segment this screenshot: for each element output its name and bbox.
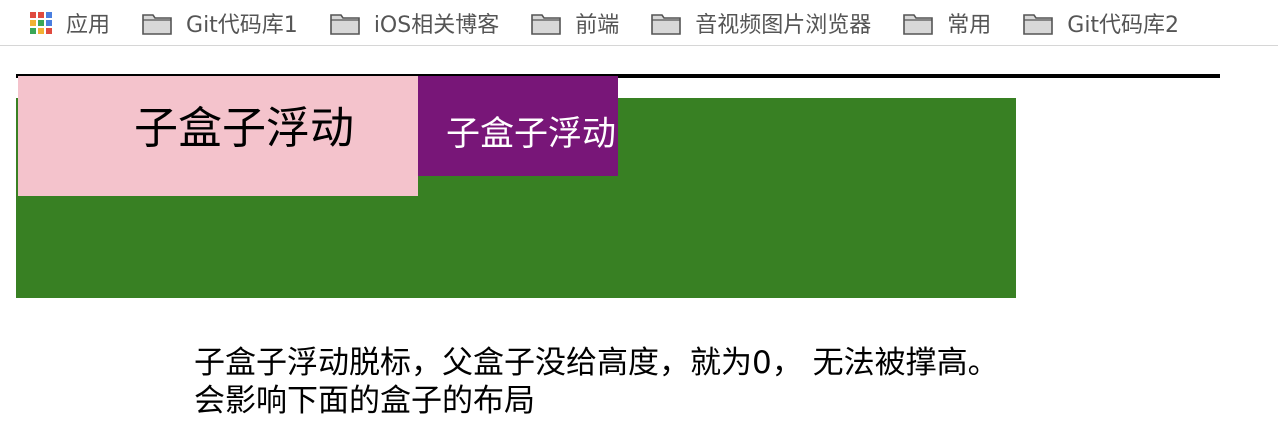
bookmark-folder-label: 前端 — [575, 12, 620, 38]
bookmark-apps[interactable]: 应用 — [30, 7, 110, 39]
folder-icon — [531, 11, 562, 35]
bookmark-folder-ios[interactable]: iOS相关博客 — [330, 7, 499, 39]
bookmark-folder-common[interactable]: 常用 — [903, 7, 991, 39]
bookmark-folder-label: Git代码库1 — [186, 12, 298, 38]
purple-float-box: 子盒子浮动 — [418, 76, 618, 176]
folder-icon — [1023, 11, 1054, 35]
bookmark-folder-git1[interactable]: Git代码库1 — [142, 7, 298, 39]
caption-line-1: 子盒子浮动脱标，父盒子没给高度，就为0， 无法被撑高。 — [194, 345, 999, 381]
folder-icon — [142, 11, 172, 35]
bookmark-folder-frontend[interactable]: 前端 — [531, 7, 619, 39]
apps-grid-icon — [30, 11, 52, 34]
bookmark-folder-git2[interactable]: Git代码库2 — [1023, 7, 1179, 39]
folder-icon — [903, 11, 934, 35]
pink-box-label: 子盒子浮动 — [134, 103, 354, 154]
bookmark-folder-label: Git代码库2 — [1067, 12, 1180, 38]
bookmark-apps-label: 应用 — [66, 12, 111, 38]
bookmarks-bar: 应用 Git代码库1 iOS相关博客 前端 音视频图片浏览器 常用 Git代码库… — [0, 0, 1278, 46]
folder-icon — [330, 11, 360, 35]
pink-float-box: 子盒子浮动 — [18, 76, 418, 196]
bookmark-folder-label: iOS相关博客 — [373, 12, 500, 38]
purple-box-label: 子盒子浮动 — [446, 114, 616, 154]
folder-icon — [651, 11, 682, 35]
bookmark-folder-label: 音视频图片浏览器 — [695, 12, 872, 38]
bookmark-folder-label: 常用 — [947, 12, 992, 38]
caption-line-2: 会影响下面的盒子的布局 — [194, 383, 535, 419]
bookmark-folder-media[interactable]: 音视频图片浏览器 — [651, 7, 871, 39]
caption-text: 子盒子浮动脱标，父盒子没给高度，就为0， 无法被撑高。 会影响下面的盒子的布局 — [194, 344, 999, 420]
